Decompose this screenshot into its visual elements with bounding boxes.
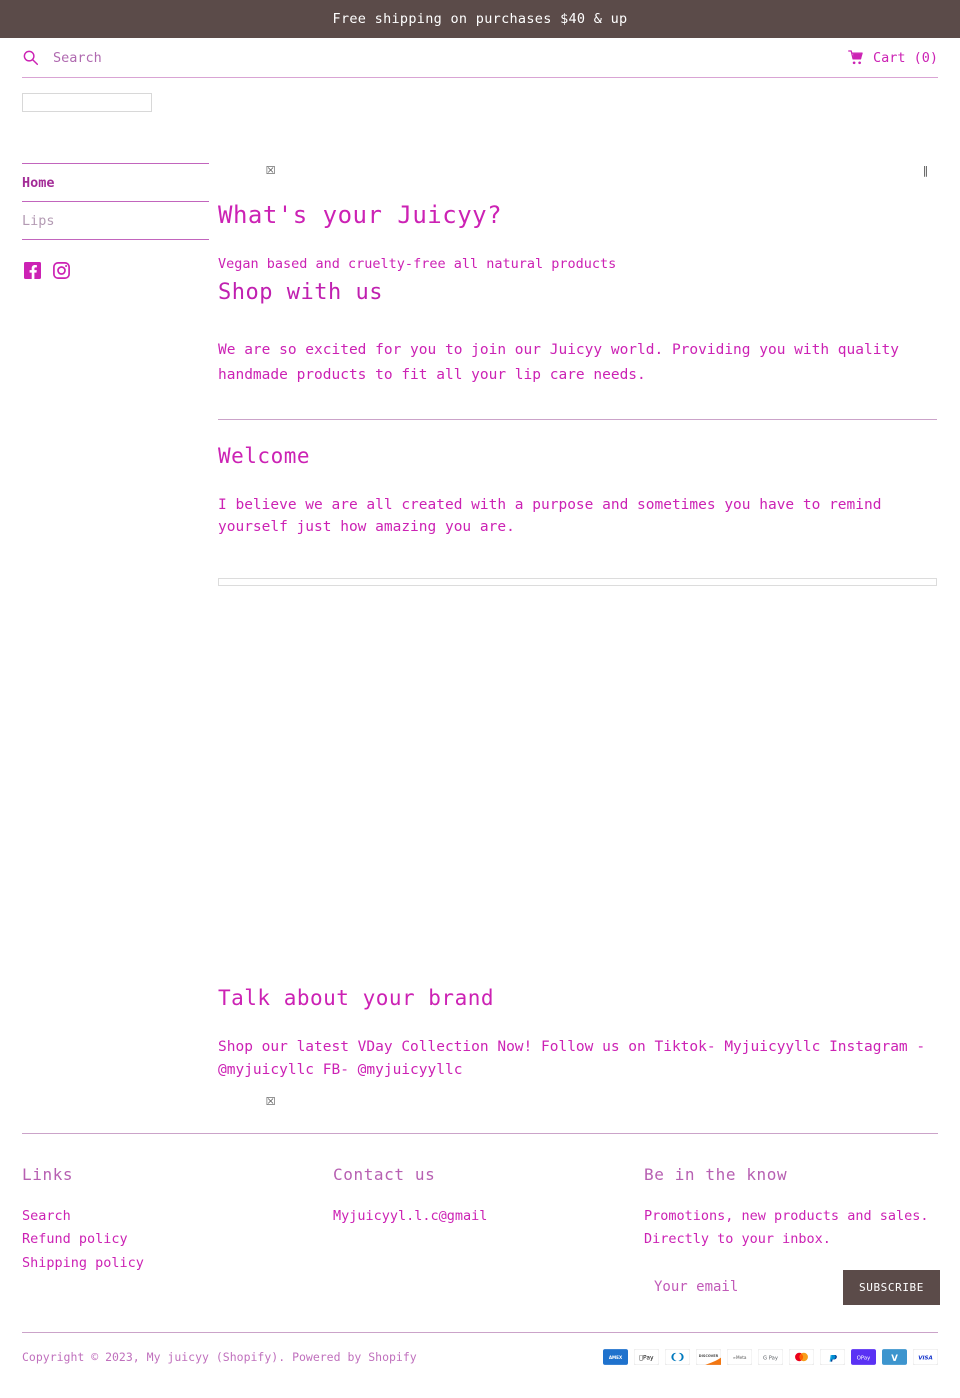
newsletter-form: SUBSCRIBE [644, 1269, 941, 1305]
meta-pay-icon: ∞Meta [726, 1348, 753, 1365]
shopping-cart-icon [848, 50, 864, 65]
newsletter-line-1: Promotions, new products and sales. [644, 1208, 929, 1225]
svg-text:DISCOVER: DISCOVER [699, 1354, 719, 1358]
page-title: What's your Juicyy? [218, 201, 503, 229]
footer-bottom-bar: Copyright © 2023, My juicyy (Shopify). P… [22, 1331, 939, 1383]
site-footer: Links Search Refund policy Shipping poli… [22, 1133, 941, 1305]
announcement-text: Free shipping on purchases $40 & up [332, 11, 628, 27]
intro-paragraph: We are so excited for you to join our Ju… [218, 342, 899, 383]
broken-image-icon: ☒ [265, 164, 276, 177]
footer-column-newsletter: Be in the know Promotions, new products … [644, 1165, 941, 1305]
top-marker-row: ☒ ‖ [218, 163, 937, 193]
paypal-icon [819, 1348, 846, 1365]
copyright-text: Copyright © 2023, [22, 1349, 140, 1364]
social-links [22, 262, 209, 279]
shop-pay-icon: OPay [851, 1348, 876, 1365]
powered-by-shopify-link[interactable]: Powered by Shopify [292, 1350, 417, 1364]
logo-row [22, 93, 938, 112]
welcome-heading: Welcome [218, 443, 311, 468]
footer-link-shipping-policy[interactable]: Shipping policy [22, 1252, 333, 1275]
apple-pay-icon: Pay [633, 1348, 660, 1365]
footer-contact-email[interactable]: Myjuicyyl.l.c@gmail [333, 1205, 644, 1228]
venmo-icon: V [882, 1348, 907, 1365]
facebook-icon[interactable] [24, 262, 41, 279]
footer-links-title: Links [22, 1165, 74, 1185]
sidebar-item-lips[interactable]: Lips [22, 202, 209, 240]
svg-text:AMEX: AMEX [609, 1355, 623, 1360]
footer-column-contact: Contact us Myjuicyyl.l.c@gmail [333, 1165, 644, 1304]
svg-text:V: V [891, 1354, 898, 1364]
shop-heading: Shop with us [218, 280, 383, 305]
svg-text:Pay: Pay [640, 1354, 654, 1361]
cart-label: Cart (0) [872, 49, 938, 66]
sidebar-item-home-label[interactable]: Home [22, 175, 55, 191]
broken-image-icon-right: ‖ [922, 164, 929, 177]
sidebar: Home Lips [0, 163, 209, 279]
newsletter-line-2: Directly to your inbox. [644, 1231, 831, 1248]
email-field[interactable] [644, 1269, 843, 1305]
brand-paragraph: Shop our latest VDay Collection Now! Fol… [218, 1038, 926, 1078]
amex-icon: AMEX [603, 1348, 628, 1365]
payment-methods: AMEX Pay DISCOVER ∞Meta G Pay OPay V [603, 1348, 939, 1365]
broken-image-icon-brand: ☒ [265, 1095, 276, 1109]
footer-newsletter-title: Be in the know [644, 1165, 788, 1185]
visa-icon: VISA [912, 1348, 939, 1365]
search-icon[interactable] [22, 49, 39, 66]
search-area [22, 49, 848, 66]
site-header: Cart (0) [22, 38, 938, 78]
sidebar-item-lips-label[interactable]: Lips [22, 213, 55, 229]
mastercard-icon [788, 1348, 815, 1365]
svg-text:G Pay: G Pay [763, 1355, 778, 1361]
site-logo-broken-image[interactable] [22, 93, 152, 112]
page-layout: Home Lips ☒ ‖ What's your Juicyy? Vegan … [0, 163, 960, 1109]
footer-contact-title: Contact us [333, 1165, 436, 1185]
svg-text:VISA: VISA [918, 1355, 933, 1361]
sidebar-nav: Home Lips [22, 163, 209, 240]
broken-image-divider [218, 577, 937, 586]
main-content: ☒ ‖ What's your Juicyy? Vegan based and … [209, 163, 960, 1109]
footer-link-search[interactable]: Search [22, 1205, 333, 1228]
svg-text:∞Meta: ∞Meta [733, 1355, 747, 1360]
welcome-paragraph: I believe we are all created with a purp… [218, 496, 882, 536]
brand-heading: Talk about your brand [218, 985, 495, 1010]
instagram-icon[interactable] [53, 262, 70, 279]
copyright: Copyright © 2023, My juicyy (Shopify). P… [22, 1350, 417, 1364]
footer-link-refund-policy[interactable]: Refund policy [22, 1228, 333, 1251]
search-input[interactable] [53, 49, 433, 66]
announcement-bar: Free shipping on purchases $40 & up [0, 0, 960, 38]
diners-club-icon [664, 1348, 691, 1365]
cart-link[interactable]: Cart (0) [848, 50, 938, 66]
shop-name-link[interactable]: My juicyy (Shopify). [147, 1350, 285, 1364]
svg-text:OPay: OPay [857, 1355, 870, 1361]
discover-icon: DISCOVER [695, 1348, 722, 1365]
page-subtitle: Vegan based and cruelty-free all natural… [218, 256, 617, 272]
subscribe-button[interactable]: SUBSCRIBE [843, 1269, 941, 1305]
google-pay-icon: G Pay [757, 1348, 784, 1365]
footer-column-links: Links Search Refund policy Shipping poli… [22, 1165, 333, 1304]
sidebar-item-home[interactable]: Home [22, 164, 209, 202]
section-divider [218, 418, 937, 420]
